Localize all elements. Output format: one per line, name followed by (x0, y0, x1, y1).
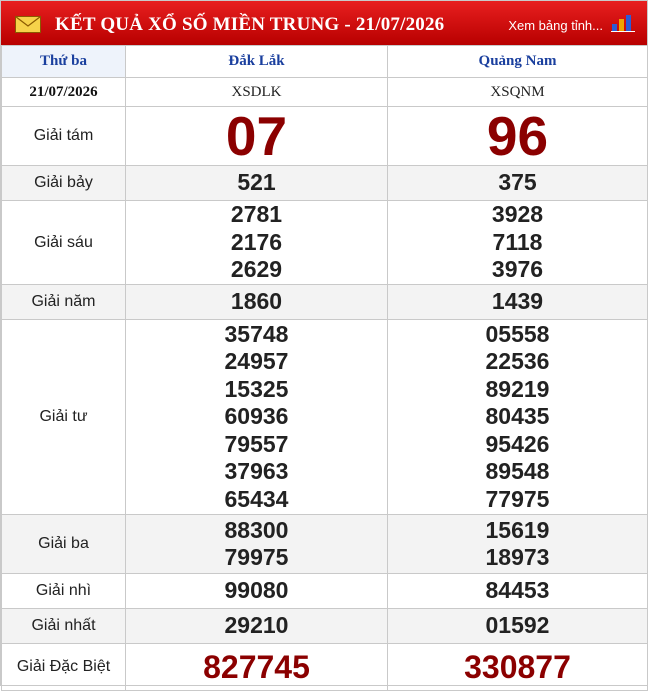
prize-number: 77975 (485, 485, 550, 512)
prize-number: 7118 (492, 228, 543, 255)
prize-number: 2629 (230, 256, 283, 283)
prize-number: 88300 (224, 516, 289, 543)
bar-chart-icon[interactable] (611, 14, 635, 32)
prize-row: Giải tám 07 96 (1, 104, 648, 167)
prize-cell-province-2: 96 (387, 104, 648, 167)
code-row: 21/07/2026 XSDLK XSQNM (1, 77, 648, 107)
prize-label: Giải ba (1, 514, 126, 574)
prize-label: Giải tư (1, 319, 126, 515)
prize-number: 89219 (485, 375, 550, 402)
province-code-2: XSQNM (387, 77, 648, 107)
prize-number: 24957 (224, 348, 289, 375)
prize-label: Giải nhất (1, 608, 126, 644)
prize-row: Giải bảy 521 375 (1, 165, 648, 201)
header-bar: KẾT QUẢ XỔ SỐ MIỀN TRUNG - 21/07/2026 Xe… (1, 1, 647, 45)
prize-number: 96 (486, 104, 549, 167)
prize-label: Giải tám (1, 106, 126, 166)
prize-number: 89548 (485, 458, 550, 485)
prize-cell-province-2: 84453 (387, 573, 648, 609)
prize-row: Giải tư 35748 24957 15325 60936 79557 37963 654… (1, 319, 648, 515)
prize-row: Giải sáu 2781 2176 2629 3928 7118 3976 (1, 200, 648, 285)
prize-label: Giải sáu (1, 200, 126, 285)
special-prize-number: 330877 (464, 649, 571, 685)
prize-cell-province-1: 2781 2176 2629 (125, 200, 388, 285)
prize-number: 375 (498, 169, 537, 196)
prize-cell-province-1: 29210 (125, 608, 388, 644)
prize-number: 99080 (224, 577, 289, 604)
prize-number: 15619 (485, 516, 550, 543)
prize-number: 29210 (224, 612, 289, 639)
province-name-1[interactable]: Đắk Lắk (125, 45, 388, 78)
prize-cell-province-2: 330877 (387, 643, 648, 691)
province-header-row: Thứ ba Đắk Lắk Quảng Nam (1, 45, 648, 78)
prize-number: 35748 (224, 320, 289, 347)
prize-cell-province-1: 07 (125, 104, 388, 167)
prize-cell-province-1: 88300 79975 (125, 514, 388, 574)
prize-row: Giải nhì 99080 84453 (1, 573, 648, 609)
prize-cell-province-2: 15619 18973 (387, 514, 648, 574)
prize-cell-province-1: 827745 (125, 643, 388, 691)
prize-cell-province-2: 375 (387, 165, 648, 201)
prize-number: 05558 (485, 320, 550, 347)
prize-cell-province-1: 1860 (125, 284, 388, 320)
prize-number: 2781 (230, 201, 283, 228)
prize-number: 65434 (224, 485, 289, 512)
draw-date: 21/07/2026 (1, 77, 126, 107)
prize-label: Giải năm (1, 284, 126, 320)
prize-number: 01592 (485, 612, 550, 639)
results-panel: KẾT QUẢ XỔ SỐ MIỀN TRUNG - 21/07/2026 Xe… (0, 0, 648, 691)
results-table: Thứ ba Đắk Lắk Quảng Nam 21/07/2026 XSDL… (1, 45, 648, 691)
special-prize-number: 827745 (203, 649, 310, 685)
prize-label: Giải Đặc Biệt (1, 643, 126, 691)
prize-cell-province-2: 01592 (387, 608, 648, 644)
prize-number: 84453 (485, 577, 550, 604)
prize-cell-province-1: 99080 (125, 573, 388, 609)
day-label: Thứ ba (1, 45, 126, 78)
prize-label: Giải bảy (1, 165, 126, 201)
prize-row: Giải ba 88300 79975 15619 18973 (1, 514, 648, 574)
prize-row: Giải nhất 29210 01592 (1, 608, 648, 644)
page-title: KẾT QUẢ XỔ SỐ MIỀN TRUNG - 21/07/2026 (55, 14, 445, 35)
view-provinces-link[interactable]: Xem bảng tỉnh... (508, 18, 603, 33)
prize-number: 18973 (485, 544, 550, 570)
prize-number: 521 (237, 169, 276, 196)
prize-number: 1439 (491, 288, 544, 315)
prize-number: 07 (225, 104, 288, 167)
province-code-1: XSDLK (125, 77, 388, 107)
prize-cell-province-2: 05558 22536 89219 80435 95426 89548 77975 (387, 319, 648, 515)
prize-row: Giải năm 1860 1439 (1, 284, 648, 320)
prize-row: Giải Đặc Biệt 827745 330877 (1, 643, 648, 691)
prize-number: 95426 (485, 430, 550, 457)
prize-number: 37963 (224, 458, 289, 485)
prize-cell-province-1: 35748 24957 15325 60936 79557 37963 65434 (125, 319, 388, 515)
prize-number: 22536 (485, 348, 550, 375)
prize-label: Giải nhì (1, 573, 126, 609)
prize-cell-province-2: 1439 (387, 284, 648, 320)
prize-number: 3928 (491, 201, 544, 228)
prize-number: 79557 (224, 430, 289, 457)
prize-number: 15325 (224, 375, 289, 402)
prize-number: 80435 (485, 403, 550, 430)
prize-number: 2176 (230, 228, 283, 255)
prize-cell-province-1: 521 (125, 165, 388, 201)
prize-cell-province-2: 3928 7118 3976 (387, 200, 648, 285)
mail-icon (15, 16, 41, 33)
prize-number: 60936 (224, 403, 289, 430)
prize-number: 3976 (491, 256, 544, 283)
province-name-2[interactable]: Quảng Nam (387, 45, 648, 78)
prize-number: 79975 (224, 544, 289, 570)
prize-number: 1860 (230, 288, 283, 315)
